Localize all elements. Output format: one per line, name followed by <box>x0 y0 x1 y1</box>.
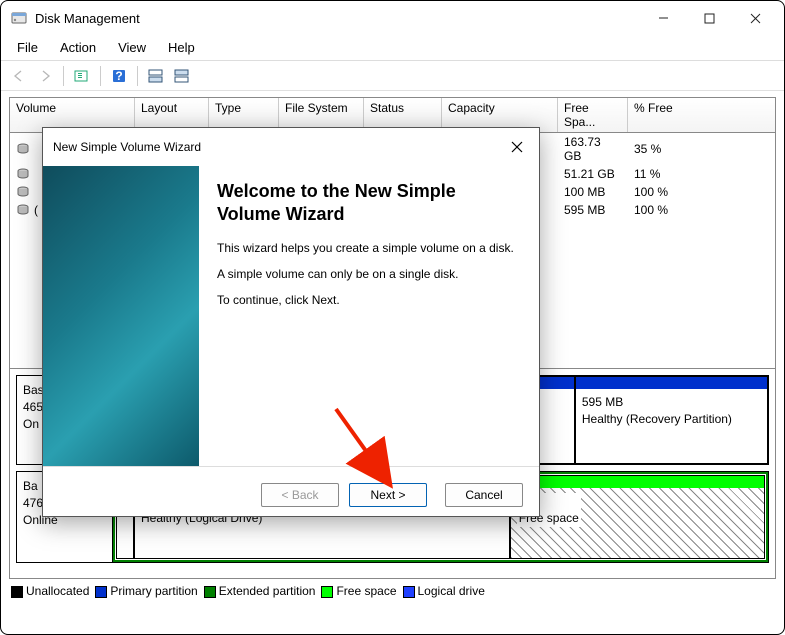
settings-bottom-icon[interactable] <box>170 64 194 88</box>
stripe-primary <box>576 377 767 389</box>
wizard-button-row: < Back Next > Cancel <box>43 466 539 507</box>
back-button: < Back <box>261 483 339 507</box>
menu-file[interactable]: File <box>7 37 48 58</box>
wizard-close-button[interactable] <box>503 134 531 160</box>
wizard-sidebar-image <box>43 166 199 466</box>
cancel-button[interactable]: Cancel <box>445 483 523 507</box>
partition-recovery[interactable]: 595 MB Healthy (Recovery Partition) <box>575 376 768 464</box>
volume-icon <box>16 142 30 156</box>
wizard-body: Welcome to the New Simple Volume Wizard … <box>199 166 539 466</box>
back-icon <box>7 64 31 88</box>
toolbar-divider <box>100 66 101 86</box>
wizard-title: New Simple Volume Wizard <box>53 140 503 154</box>
close-button[interactable] <box>732 3 778 33</box>
menu-action[interactable]: Action <box>50 37 106 58</box>
wizard-heading: Welcome to the New Simple Volume Wizard <box>217 180 521 227</box>
volume-icon <box>16 185 30 199</box>
swatch-unallocated <box>11 586 23 598</box>
col-freespace[interactable]: Free Spa... <box>558 98 628 132</box>
svg-text:?: ? <box>115 69 122 83</box>
menubar: File Action View Help <box>1 35 784 61</box>
minimize-button[interactable] <box>640 3 686 33</box>
window-titlebar: Disk Management <box>1 1 784 35</box>
stripe-free <box>511 476 764 488</box>
wizard-dialog: New Simple Volume Wizard Welcome to the … <box>42 127 540 517</box>
forward-icon <box>33 64 57 88</box>
help-icon[interactable]: ? <box>107 64 131 88</box>
swatch-primary <box>95 586 107 598</box>
wizard-para-2: A simple volume can only be on a single … <box>217 267 521 281</box>
partition-free[interactable]: Free space <box>510 475 765 559</box>
maximize-button[interactable] <box>686 3 732 33</box>
legend: Unallocated Primary partition Extended p… <box>1 579 784 606</box>
swatch-free <box>321 586 333 598</box>
wizard-titlebar: New Simple Volume Wizard <box>43 128 539 166</box>
refresh-icon[interactable] <box>70 64 94 88</box>
settings-top-icon[interactable] <box>144 64 168 88</box>
toolbar-divider <box>63 66 64 86</box>
wizard-para-1: This wizard helps you create a simple vo… <box>217 241 521 255</box>
menu-view[interactable]: View <box>108 37 156 58</box>
toolbar-divider <box>137 66 138 86</box>
swatch-logical <box>403 586 415 598</box>
toolbar: ? <box>1 61 784 91</box>
window-title: Disk Management <box>35 11 640 26</box>
col-pctfree[interactable]: % Free <box>628 98 688 132</box>
next-button[interactable]: Next > <box>349 483 427 507</box>
volume-icon <box>16 203 30 217</box>
wizard-para-3: To continue, click Next. <box>217 293 521 307</box>
menu-help[interactable]: Help <box>158 37 205 58</box>
volume-icon <box>16 167 30 181</box>
swatch-extended <box>204 586 216 598</box>
app-icon <box>11 10 27 26</box>
